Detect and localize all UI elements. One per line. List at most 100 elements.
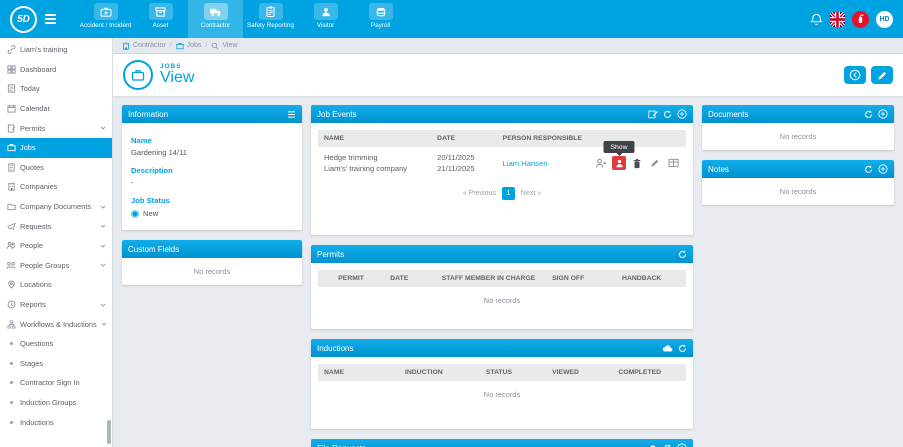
- sidebar-scrollbar-thumb[interactable]: [107, 420, 111, 444]
- sidebar-item-locations[interactable]: Locations: [0, 275, 112, 295]
- sidebar-item-inductions[interactable]: Inductions: [0, 412, 112, 432]
- bullet-dot-icon: [9, 400, 13, 404]
- field-value: Gardening 14/11: [131, 148, 188, 157]
- sidebar: Liam's training Dashboard Today Calendar…: [0, 38, 113, 447]
- pagination-next[interactable]: Next »: [521, 190, 541, 197]
- row-actions: Show: [594, 141, 680, 170]
- file-requests-panel: File Requests: [311, 439, 693, 447]
- notes-panel-header: Notes: [702, 160, 894, 178]
- building-icon: [6, 182, 16, 192]
- sidebar-item-contractor-sign-in[interactable]: Contractor Sign In: [0, 373, 112, 393]
- breadcrumb-view[interactable]: View: [211, 42, 237, 50]
- sidebar-item-today[interactable]: Today: [0, 79, 112, 99]
- sidebar-item-induction-groups[interactable]: Induction Groups: [0, 393, 112, 413]
- table-icon[interactable]: [666, 156, 680, 170]
- person-link[interactable]: Liam Hansen: [503, 159, 548, 168]
- breadcrumb-contractor[interactable]: Contractor: [122, 42, 166, 50]
- add-icon[interactable]: [677, 443, 687, 447]
- briefcase-icon: [123, 60, 153, 90]
- nav-safety-reporting[interactable]: Safety Reporting: [243, 0, 298, 38]
- sidebar-item-company-documents[interactable]: Company Documents: [0, 197, 112, 217]
- sidebar-item-requests[interactable]: Requests: [0, 216, 112, 236]
- show-person-button[interactable]: Show: [603, 141, 635, 170]
- sidebar-item-label: Company Documents: [20, 202, 92, 212]
- avatar[interactable]: HD: [876, 10, 893, 28]
- chevron-down-icon: [100, 224, 106, 228]
- calendar-icon: [6, 104, 16, 113]
- list-icon[interactable]: [287, 110, 296, 118]
- sidebar-item-label: Calendar: [20, 104, 50, 114]
- chevron-down-icon: [100, 303, 106, 307]
- refresh-icon[interactable]: [678, 249, 687, 259]
- logo-text: 5D: [17, 13, 30, 25]
- refresh-icon[interactable]: [864, 109, 873, 119]
- sidebar-item-reports[interactable]: Reports: [0, 295, 112, 315]
- no-records-text: No records: [483, 390, 521, 399]
- file-requests-panel-header: File Requests: [311, 439, 693, 447]
- cloud-icon[interactable]: [662, 344, 673, 352]
- sidebar-item-people-groups[interactable]: People Groups: [0, 256, 112, 276]
- sidebar-item-jobs[interactable]: Jobs: [0, 137, 112, 158]
- sidebar-item-people[interactable]: People: [0, 236, 112, 256]
- pagination-prev[interactable]: « Previous: [463, 190, 496, 197]
- edit-button[interactable]: [871, 66, 893, 84]
- panel-title: File Requests: [317, 444, 366, 447]
- refresh-icon[interactable]: [663, 109, 672, 119]
- nav-asset[interactable]: Asset: [133, 0, 188, 38]
- tooltip: Show: [603, 141, 635, 153]
- event-name-cell: Hedge trimming Liam's' training company: [318, 147, 431, 179]
- nav-label: Asset: [152, 22, 169, 29]
- column-header: VIEWED: [546, 364, 613, 381]
- briefcase-icon: [176, 42, 184, 50]
- chevron-down-icon: [100, 205, 106, 209]
- nav-contractor[interactable]: Contractor: [188, 0, 243, 38]
- trash-icon[interactable]: [630, 156, 644, 170]
- people-group-icon: [6, 261, 16, 270]
- sidebar-item-questions[interactable]: Questions: [0, 334, 112, 354]
- sidebar-item-dashboard[interactable]: Dashboard: [0, 60, 112, 80]
- nav-accident-incident[interactable]: Accident / Incident: [78, 0, 133, 38]
- breadcrumb: Contractor / Jobs / View: [113, 38, 903, 54]
- truck-icon: [203, 3, 228, 20]
- sidebar-item-companies[interactable]: Companies: [0, 177, 112, 197]
- form-edit-icon[interactable]: [648, 109, 658, 119]
- refresh-icon[interactable]: [663, 443, 672, 447]
- add-icon[interactable]: [677, 109, 687, 119]
- inductions-body: NAME INDUCTION STATUS VIEWED COMPLETED N…: [311, 357, 693, 415]
- column-right: Documents No records Notes No records: [702, 105, 894, 205]
- add-icon[interactable]: [878, 164, 888, 174]
- panel-title: Information: [128, 109, 169, 119]
- bell-icon[interactable]: [810, 13, 823, 26]
- menu-toggle-icon[interactable]: [45, 13, 56, 25]
- field-label: Job Status: [131, 196, 170, 205]
- breadcrumb-jobs[interactable]: Jobs: [176, 42, 201, 50]
- sidebar-item-workflows-inductions[interactable]: Workflows & Inductions: [0, 314, 112, 334]
- back-button[interactable]: [844, 66, 866, 84]
- fire-extinguisher-icon[interactable]: [852, 10, 869, 28]
- nav-payroll[interactable]: Payroll: [353, 0, 408, 38]
- refresh-icon[interactable]: [678, 343, 687, 353]
- refresh-icon[interactable]: [864, 164, 873, 174]
- dashboard-icon: [6, 65, 16, 74]
- app-logo[interactable]: 5D: [0, 0, 66, 38]
- nav-label: Safety Reporting: [247, 22, 294, 29]
- add-icon[interactable]: [878, 109, 888, 119]
- sidebar-item-quotes[interactable]: Quotes: [0, 158, 112, 178]
- sidebar-item-liams-training[interactable]: Liam's training: [0, 40, 112, 60]
- event-actions-cell: Show: [588, 141, 686, 179]
- column-header: NAME: [318, 364, 399, 381]
- briefcase-icon: [6, 143, 16, 152]
- pencil-icon[interactable]: [648, 156, 662, 170]
- asset-box-icon: [148, 3, 173, 20]
- pagination-page-1[interactable]: 1: [501, 187, 515, 200]
- sidebar-item-label: Jobs: [20, 143, 36, 153]
- panel-title: Inductions: [317, 343, 354, 353]
- person-add-icon[interactable]: [594, 156, 608, 170]
- uk-flag-icon[interactable]: [830, 11, 845, 27]
- sidebar-item-stages[interactable]: Stages: [0, 354, 112, 374]
- coins-icon: [368, 3, 393, 20]
- panel-title: Permits: [317, 249, 345, 259]
- nav-visitor[interactable]: Visitor: [298, 0, 353, 38]
- sidebar-item-permits[interactable]: Permits: [0, 118, 112, 138]
- sidebar-item-calendar[interactable]: Calendar: [0, 99, 112, 119]
